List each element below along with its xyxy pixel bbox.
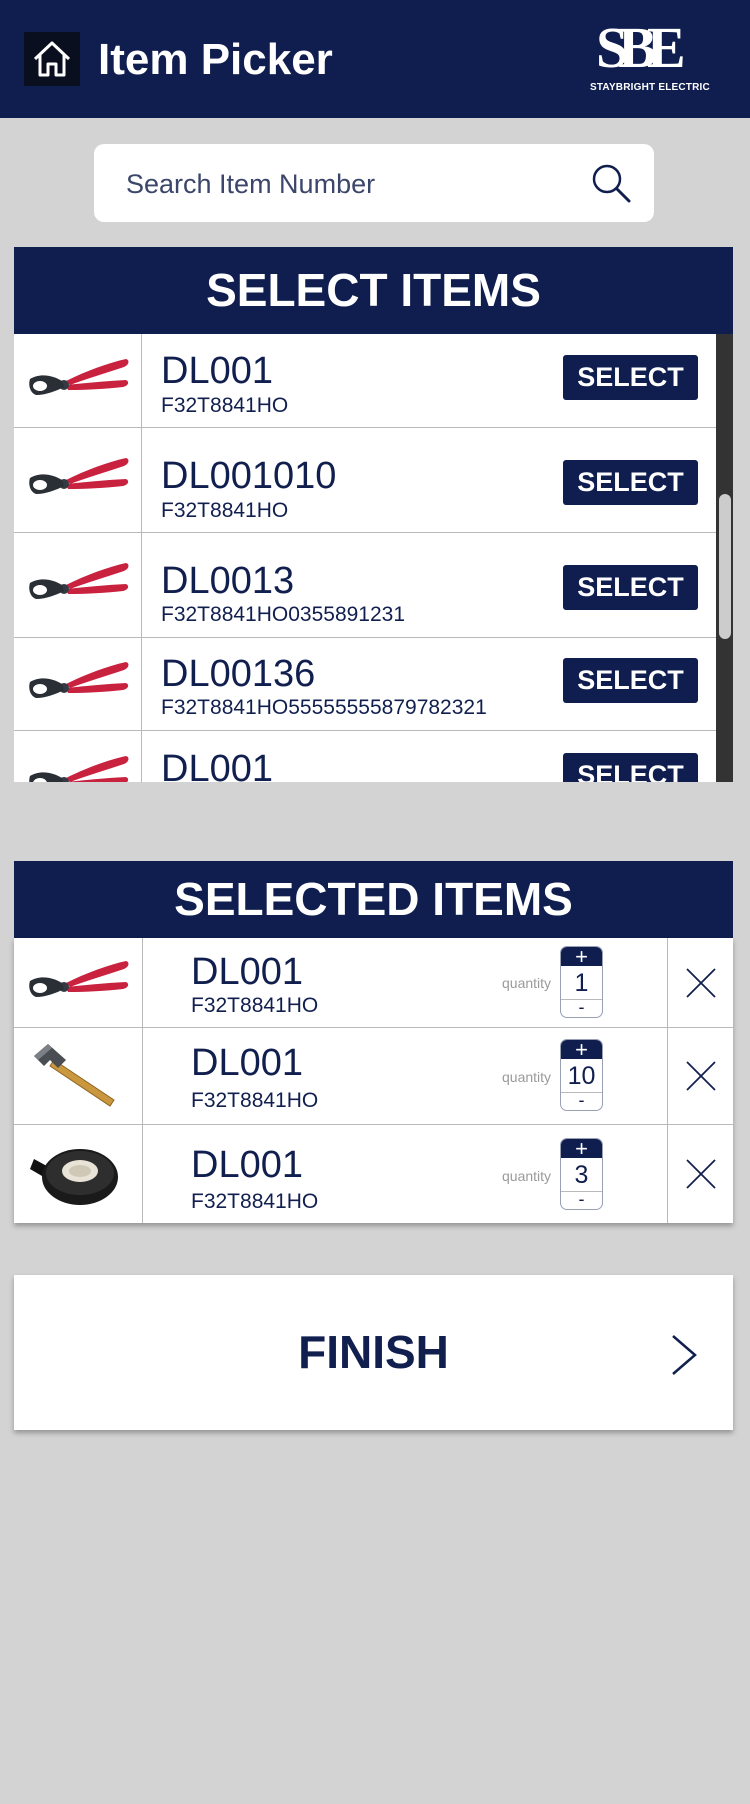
item-thumbnail: [14, 638, 142, 730]
selected-items-header: SELECTED ITEMS: [14, 861, 733, 938]
item-code: DL001: [161, 350, 273, 392]
item-thumbnail: [14, 1125, 143, 1223]
item-thumbnail: [14, 938, 143, 1027]
list-item: DL001 F32T8841HO SELECT: [14, 334, 716, 428]
selected-items-list: DL001 F32T8841HO quantity + 1 - DL001 F3…: [14, 938, 733, 1223]
select-button[interactable]: SELECT: [563, 753, 698, 782]
quantity-stepper: + 1 -: [560, 946, 603, 1018]
item-thumbnail: [14, 1028, 143, 1124]
item-part-number: F32T8841HO: [161, 499, 289, 522]
page-title: Item Picker: [98, 35, 333, 84]
home-icon: [33, 41, 71, 77]
finish-label: FINISH: [298, 1326, 449, 1378]
close-icon: [685, 1159, 716, 1189]
wire-cutter-icon: [28, 755, 128, 782]
wire-cutter-icon: [28, 563, 128, 599]
item-code: DL001: [191, 1042, 303, 1084]
app-header: Item Picker SBE STAYBRIGHT ELECTRIC: [0, 0, 750, 118]
wire-cutter-icon: [28, 662, 128, 698]
item-part-number: F32T8841HO: [191, 1190, 319, 1213]
table-row: DL001 F32T8841HO quantity + 10 -: [14, 1028, 733, 1125]
close-icon: [685, 967, 716, 998]
item-thumbnail: [14, 731, 142, 782]
finish-button[interactable]: FINISH: [14, 1275, 733, 1430]
increment-button[interactable]: +: [561, 1139, 602, 1160]
list-item: DL0013 F32T8841HO0355891231 SELECT: [14, 533, 716, 638]
logo-letters: SBE: [596, 15, 686, 80]
item-code: DL00136: [161, 653, 316, 695]
table-row: DL001 F32T8841HO quantity + 1 -: [14, 938, 733, 1028]
table-row: DL001 F32T8841HO quantity + 3 -: [14, 1125, 733, 1223]
search-icon[interactable]: [590, 162, 632, 204]
select-button[interactable]: SELECT: [563, 565, 698, 610]
item-code: DL001: [161, 748, 273, 782]
decrement-button[interactable]: -: [561, 998, 602, 1017]
increment-button[interactable]: +: [561, 1040, 602, 1061]
remove-item-button[interactable]: [667, 938, 733, 1027]
select-button[interactable]: SELECT: [563, 355, 698, 400]
item-thumbnail: [14, 428, 142, 532]
quantity-label: quantity: [502, 975, 552, 991]
search-bar[interactable]: Search Item Number: [94, 144, 654, 222]
logo-company-name: STAYBRIGHT ELECTRIC: [590, 82, 710, 93]
list-item: DL001 SELECT: [14, 731, 716, 782]
select-button[interactable]: SELECT: [563, 658, 698, 703]
item-part-number: F32T8841HO55555555879782321: [161, 696, 487, 719]
remove-item-button[interactable]: [667, 1028, 733, 1124]
quantity-value[interactable]: 1: [561, 966, 602, 1001]
home-button[interactable]: [24, 32, 80, 86]
scrollbar-thumb[interactable]: [719, 494, 731, 639]
quantity-stepper: + 10 -: [560, 1039, 603, 1111]
item-part-number: F32T8841HO: [191, 994, 319, 1017]
wire-cutter-icon: [28, 358, 128, 395]
select-items-header: SELECT ITEMS: [14, 247, 733, 334]
company-logo: SBE STAYBRIGHT ELECTRIC: [586, 18, 716, 98]
item-thumbnail: [14, 334, 142, 427]
remove-item-button[interactable]: [667, 1125, 733, 1223]
quantity-value[interactable]: 10: [561, 1059, 602, 1094]
select-button[interactable]: SELECT: [563, 460, 698, 505]
select-items-list: DL001 F32T8841HO SELECT DL001010 F32T884…: [14, 334, 733, 782]
quantity-stepper: + 3 -: [560, 1138, 603, 1210]
chevron-right-icon: [672, 1335, 697, 1375]
increment-button[interactable]: +: [561, 947, 602, 968]
close-icon: [685, 1061, 716, 1091]
item-part-number: F32T8841HO: [191, 1089, 319, 1112]
item-code: DL001: [191, 1144, 303, 1186]
quantity-label: quantity: [502, 1168, 552, 1184]
wire-cutter-icon: [29, 960, 129, 997]
item-code: DL001: [191, 951, 303, 993]
item-part-number: F32T8841HO: [161, 394, 289, 417]
list-scrollbar[interactable]: [716, 334, 733, 782]
list-item: DL00136 F32T8841HO55555555879782321 SELE…: [14, 638, 716, 731]
wire-cutter-icon: [28, 458, 128, 494]
decrement-button[interactable]: -: [561, 1091, 602, 1110]
electrical-tape-icon: [30, 1149, 118, 1205]
quantity-value[interactable]: 3: [561, 1158, 602, 1193]
item-part-number: F32T8841HO0355891231: [161, 603, 406, 626]
item-code: DL001010: [161, 455, 337, 497]
list-item: DL001010 F32T8841HO SELECT: [14, 428, 716, 533]
decrement-button[interactable]: -: [561, 1190, 602, 1209]
quantity-label: quantity: [502, 1069, 552, 1085]
hammer-icon: [34, 1044, 115, 1107]
search-input[interactable]: Search Item Number: [126, 168, 375, 200]
item-code: DL0013: [161, 560, 295, 602]
item-thumbnail: [14, 533, 142, 637]
